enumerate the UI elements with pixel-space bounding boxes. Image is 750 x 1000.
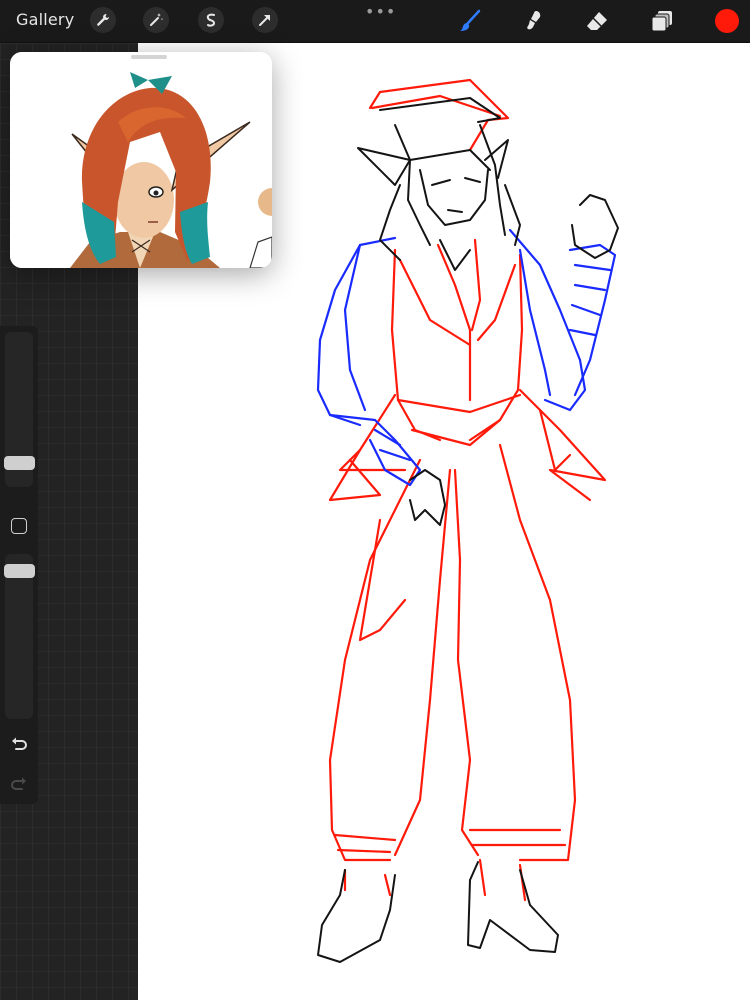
- top-toolbar: Gallery •••: [0, 0, 750, 43]
- reference-image: [10, 52, 272, 268]
- magic-wand-icon[interactable]: [143, 7, 169, 33]
- left-sidebar: [0, 326, 38, 804]
- brush-size-handle[interactable]: [4, 456, 35, 470]
- transform-arrow-icon[interactable]: [252, 7, 278, 33]
- wrench-icon[interactable]: [90, 7, 116, 33]
- eraser-icon[interactable]: [582, 6, 612, 36]
- opacity-slider[interactable]: [5, 554, 33, 719]
- modify-button[interactable]: [11, 518, 27, 534]
- opacity-handle[interactable]: [4, 564, 35, 578]
- redo-icon[interactable]: [9, 774, 29, 794]
- brush-icon[interactable]: [455, 6, 485, 36]
- reference-window[interactable]: [10, 52, 272, 268]
- selection-icon[interactable]: [198, 7, 224, 33]
- smudge-icon[interactable]: [518, 6, 548, 36]
- gallery-button[interactable]: Gallery: [16, 10, 74, 29]
- undo-icon[interactable]: [9, 734, 29, 754]
- color-swatch[interactable]: [715, 9, 739, 33]
- more-options-icon[interactable]: •••: [365, 2, 396, 21]
- window-grab-handle[interactable]: [131, 55, 167, 59]
- layers-icon[interactable]: [647, 6, 677, 36]
